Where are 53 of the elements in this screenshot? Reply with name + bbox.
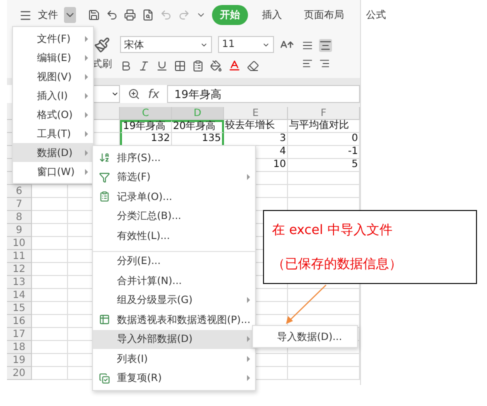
row-number: 17: [7, 328, 32, 341]
menu-item[interactable]: 合并计算(N)...: [93, 271, 255, 290]
table-cell: 5: [288, 159, 360, 172]
fx-label[interactable]: fx: [148, 87, 160, 101]
ribbon-tab[interactable]: 插入: [254, 5, 290, 25]
menu-item[interactable]: 工具(T): [13, 124, 93, 143]
menu-item[interactable]: 插入(I): [13, 86, 93, 105]
menu-item[interactable]: 导入数据(D)...: [253, 327, 357, 346]
table-cell: 19年身高: [120, 120, 172, 133]
row-number: 11: [7, 250, 32, 263]
table-cell: 0: [288, 133, 360, 146]
menu-item[interactable]: 视图(V): [13, 67, 93, 86]
column-header[interactable]: F: [288, 107, 360, 120]
menu-item[interactable]: 列表(I): [93, 349, 255, 368]
row-number: 14: [7, 289, 32, 302]
font-select[interactable]: 宋体: [120, 36, 212, 53]
callout-text: （已保存的数据信息）: [272, 256, 403, 273]
row-number: 7: [7, 198, 32, 211]
row-number: 18: [7, 341, 32, 354]
font-size-select[interactable]: 11: [218, 36, 274, 53]
row-number: 8: [7, 211, 32, 224]
menu-item[interactable]: 窗口(W): [13, 162, 93, 181]
menu-item[interactable]: 格式(O): [13, 105, 93, 124]
menu-item[interactable]: 有效性(L)...: [93, 226, 255, 246]
menu-item[interactable]: 组及分级显示(G): [93, 290, 255, 310]
row-number: 12: [7, 263, 32, 276]
row-number: 13: [7, 276, 32, 289]
menu-item[interactable]: 文件(F): [13, 29, 93, 48]
file-menu-label[interactable]: 文件: [38, 8, 58, 22]
row-number: 15: [7, 302, 32, 315]
row-number: 6: [7, 185, 32, 198]
table-cell: 较去年增长: [224, 120, 288, 133]
table-cell: 20年身高: [172, 120, 224, 133]
table-cell: -1: [288, 146, 360, 159]
formula-field[interactable]: 19年身高: [167, 85, 360, 103]
menu-item[interactable]: 数据透视表和数据透视图(P)...: [93, 310, 255, 330]
column-header[interactable]: E: [224, 107, 288, 120]
row-number: 19: [7, 354, 32, 367]
menu-item[interactable]: 分列(E)...: [93, 250, 255, 271]
row-number: 20: [7, 367, 32, 380]
menu-item[interactable]: 记录单(O)...: [93, 187, 255, 206]
menu-item[interactable]: 数据(D): [13, 143, 93, 162]
menu-item[interactable]: 编辑(E): [13, 48, 93, 67]
menu-item[interactable]: 分类汇总(B)...: [93, 206, 255, 226]
menu-item[interactable]: 重复项(R): [93, 368, 255, 388]
ribbon-tab[interactable]: 页面布局: [296, 5, 352, 25]
table-cell: 与平均值对比: [288, 120, 360, 133]
row-number: 16: [7, 315, 32, 328]
row-number: 10: [7, 237, 32, 250]
menu-item[interactable]: 导入外部数据(D): [93, 330, 255, 349]
ribbon-tab[interactable]: 公式: [358, 5, 394, 25]
row-number: 9: [7, 224, 32, 237]
callout-text: 在 excel 中导入文件: [272, 222, 394, 239]
